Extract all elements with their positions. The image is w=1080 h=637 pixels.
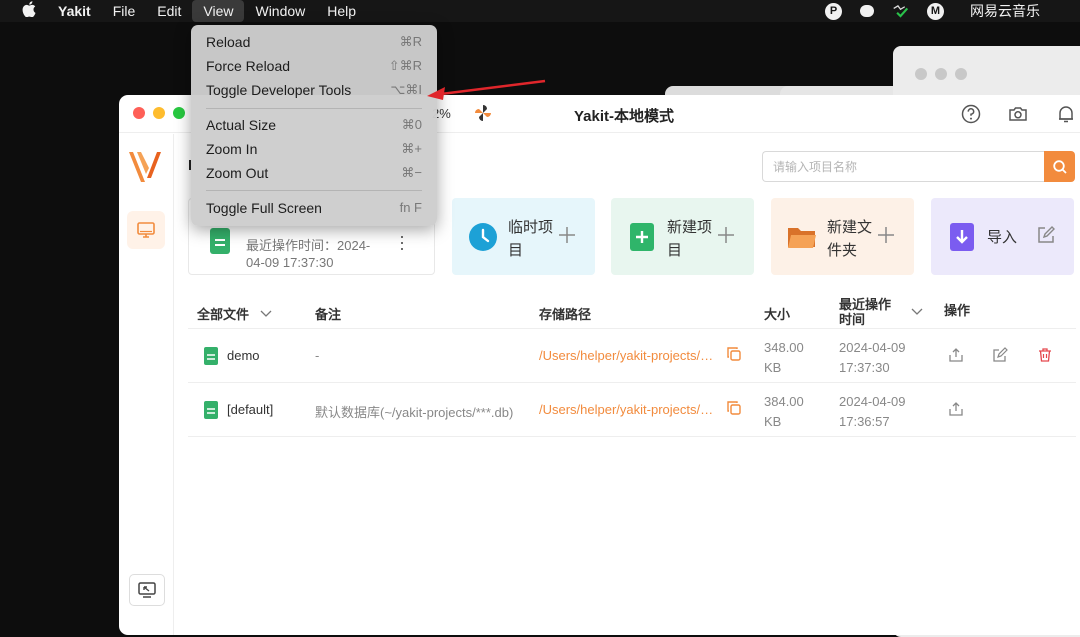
table-row[interactable]: [default] 默认数据库(~/yakit-projects/***.db)…	[188, 383, 1076, 437]
menu-app-yakit[interactable]: Yakit	[56, 0, 102, 22]
annotation-arrow-icon	[427, 79, 546, 100]
copy-icon[interactable]	[726, 346, 742, 362]
menu-item-zoom-out[interactable]: Zoom Out ⌘−	[206, 163, 422, 183]
clock-icon	[469, 223, 497, 251]
project-search	[762, 151, 1075, 182]
project-name[interactable]: demo	[227, 348, 260, 363]
yakit-logo-icon	[129, 152, 161, 182]
header-path: 存储路径	[539, 307, 592, 322]
help-icon[interactable]	[960, 103, 982, 125]
menu-item-toggle-full-screen[interactable]: Toggle Full Screen fn F	[206, 198, 422, 218]
menu-separator	[206, 108, 422, 109]
view-menu-dropdown: Reload ⌘R Force Reload ⇧⌘R Toggle Develope…	[191, 25, 437, 226]
plus-icon	[878, 227, 894, 243]
header-all-files[interactable]: 全部文件	[197, 304, 273, 323]
recent-project-label: 最近操作时间：2024-	[246, 238, 371, 253]
m-app-tray-icon[interactable]: M	[927, 2, 944, 20]
header-size: 大小	[764, 307, 791, 322]
menu-help[interactable]: Help	[316, 0, 367, 22]
project-note: 默认数据库(~/yakit-projects/***.db)	[315, 405, 514, 420]
new-project-button[interactable]: 新建项目	[611, 198, 754, 275]
sidebar	[119, 134, 174, 635]
menu-item-toggle-developer-tools[interactable]: Toggle Developer Tools ⌥⌘I	[206, 80, 422, 100]
chevron-down-icon	[260, 310, 272, 317]
menu-view[interactable]: View	[192, 0, 245, 22]
project-size: 348.00 KB	[764, 340, 804, 375]
edit-icon[interactable]	[992, 347, 1008, 363]
screen-cursor-icon	[138, 582, 156, 598]
project-last-time: 2024-04-09 17:37:30	[839, 340, 906, 375]
menu-separator	[206, 190, 422, 191]
temporary-project-button[interactable]: 临时项目	[452, 198, 595, 275]
netease-music-tray-label[interactable]: 网易云音乐	[970, 1, 1040, 21]
project-path[interactable]: /Users/helper/yakit-projects/default-yak…	[539, 402, 716, 417]
plus-icon	[718, 227, 734, 243]
header-last-time[interactable]: 最近操作 时间	[839, 297, 891, 327]
export-icon[interactable]	[948, 347, 964, 363]
new-file-icon	[630, 223, 654, 251]
search-icon	[1052, 159, 1067, 174]
header-actions: 操作	[944, 303, 971, 318]
plus-icon	[559, 227, 575, 243]
bell-icon[interactable]	[1055, 103, 1077, 125]
delete-icon[interactable]	[1037, 347, 1053, 363]
project-note: -	[315, 348, 320, 363]
export-icon[interactable]	[948, 401, 964, 417]
chat-bubble-tray-icon[interactable]	[860, 5, 874, 17]
menu-edit[interactable]: Edit	[146, 0, 192, 22]
table-row[interactable]: demo - /Users/helper/yakit-projects/proj…	[188, 329, 1076, 383]
project-size: 384.00 KB	[764, 394, 804, 429]
menu-file[interactable]: File	[102, 0, 147, 22]
background-window-controls	[915, 68, 967, 80]
header-note: 备注	[315, 307, 342, 322]
file-icon	[204, 347, 218, 365]
sidebar-screen-switch-button[interactable]	[129, 574, 165, 606]
project-search-input[interactable]	[762, 151, 1044, 182]
folder-icon	[788, 228, 816, 248]
sidebar-project-manager-button[interactable]	[127, 211, 165, 249]
new-folder-button[interactable]: 新建文 件夹	[771, 198, 914, 275]
copy-icon[interactable]	[726, 400, 742, 416]
project-table: 全部文件 备注 存储路径 大小 最近操作 时间 操作 demo - /Users/…	[188, 294, 1076, 437]
macos-menu-bar: Yakit File Edit View Window Help P M 网易云…	[0, 0, 1080, 22]
menu-item-zoom-in[interactable]: Zoom In ⌘+	[206, 139, 422, 159]
apple-logo-icon[interactable]	[19, 0, 39, 22]
project-last-time: 2024-04-09 17:36:57	[839, 394, 906, 429]
recent-project-time: 04-09 17:37:30	[246, 255, 334, 270]
file-icon	[204, 401, 218, 419]
import-icon	[950, 223, 974, 251]
edit-square-icon	[1038, 226, 1055, 243]
import-project-button[interactable]: 导入	[931, 198, 1074, 275]
file-icon	[210, 228, 230, 254]
project-name[interactable]: [default]	[227, 402, 273, 417]
menu-item-actual-size[interactable]: Actual Size ⌘0	[206, 115, 422, 135]
menu-item-reload[interactable]: Reload ⌘R	[206, 32, 422, 52]
project-path[interactable]: /Users/helper/yakit-projects/projects/de…	[539, 348, 716, 363]
search-button[interactable]	[1044, 151, 1075, 182]
menu-item-force-reload[interactable]: Force Reload ⇧⌘R	[206, 56, 422, 76]
chevron-down-icon[interactable]	[910, 307, 924, 317]
table-header: 全部文件 备注 存储路径 大小 最近操作 时间 操作	[188, 294, 1076, 329]
monitor-icon	[137, 222, 155, 238]
menu-window[interactable]: Window	[244, 0, 316, 22]
more-vertical-icon[interactable]: · · ·	[399, 227, 405, 257]
camera-icon[interactable]	[1007, 103, 1029, 125]
check-status-tray-icon[interactable]	[892, 3, 909, 20]
menu-bar-tray: P M 网易云音乐	[825, 0, 1040, 22]
p-app-tray-icon[interactable]: P	[825, 2, 842, 20]
